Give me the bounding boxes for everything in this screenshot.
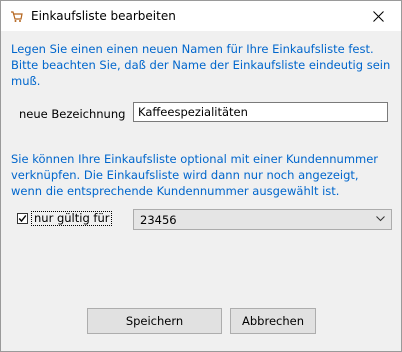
customer-number-value: 23456 xyxy=(140,213,177,227)
checkbox-box[interactable] xyxy=(17,213,28,224)
dialog-window: Einkaufsliste bearbeiten Legen Sie einen… xyxy=(0,0,402,352)
chevron-down-icon xyxy=(376,216,385,222)
valid-for-checkbox[interactable]: nur gültig für xyxy=(17,211,113,226)
checkbox-label[interactable]: nur gültig für xyxy=(31,211,113,226)
title-bar: Einkaufsliste bearbeiten xyxy=(1,1,401,31)
name-label: neue Bezeichnung xyxy=(19,107,126,121)
window-title: Einkaufsliste bearbeiten xyxy=(31,9,176,23)
checkmark-icon xyxy=(18,215,27,223)
close-button[interactable] xyxy=(355,1,401,31)
rename-info-text: Legen Sie einen einen neuen Namen für Ih… xyxy=(11,42,391,88)
customer-info-text: Sie können Ihre Einkaufsliste optional m… xyxy=(11,152,379,198)
close-icon xyxy=(372,10,384,22)
cancel-button[interactable]: Abbrechen xyxy=(230,308,316,334)
customer-number-select[interactable]: 23456 xyxy=(133,209,392,230)
dialog-body: Legen Sie einen einen neuen Namen für Ih… xyxy=(1,31,401,351)
save-button[interactable]: Speichern xyxy=(87,308,222,334)
name-input[interactable] xyxy=(133,102,388,122)
shopping-cart-icon xyxy=(10,10,23,23)
